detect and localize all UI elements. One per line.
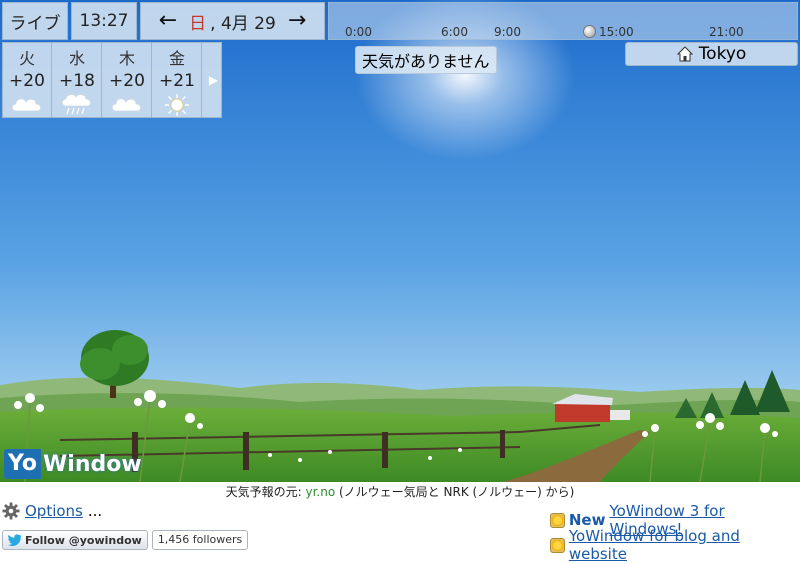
time-label: 13:27 <box>79 11 129 31</box>
gear-icon[interactable] <box>2 502 20 520</box>
live-button[interactable]: ライブ <box>2 2 68 40</box>
day-name: 水 <box>68 49 85 68</box>
day-temp: +20 <box>9 71 45 91</box>
forecast-day[interactable]: 火 +20 <box>3 43 52 117</box>
forecast-day[interactable]: 木 +20 <box>103 43 152 117</box>
time-tick: 15:00 <box>599 25 634 39</box>
time-tick: 9:00 <box>494 25 521 39</box>
yowindow-app-icon <box>550 512 565 528</box>
time-tick: 21:00 <box>709 25 744 39</box>
day-temp: +20 <box>109 71 145 91</box>
yowindow-app-icon <box>550 537 565 553</box>
next-day-arrow-icon[interactable]: → <box>280 10 314 32</box>
options-ellipsis: ... <box>87 502 103 520</box>
options-link[interactable]: Options <box>25 502 83 520</box>
day-name: 木 <box>118 49 135 68</box>
logo-text-yo: Yo <box>4 449 42 479</box>
yowindow-logo[interactable]: Yo Window <box>4 448 144 480</box>
date-navigator: ← 日, 4月 29 → <box>140 2 325 40</box>
logo-text-window: Window <box>43 451 142 477</box>
twitter-follow-label: Follow @yowindow <box>25 533 142 547</box>
time-tick: 0:00 <box>345 25 372 39</box>
sun-icon <box>165 94 189 116</box>
live-label: ライブ <box>9 13 61 34</box>
twitter-follow-button[interactable]: Follow @yowindow <box>2 530 148 550</box>
credit-source-link[interactable]: yr.no <box>305 485 335 499</box>
time-tick: 6:00 <box>441 25 468 39</box>
day-temp: +21 <box>159 71 195 91</box>
no-weather-message: 天気がありません <box>355 46 497 74</box>
day-temp: +18 <box>59 71 95 91</box>
forecast-source-credit: 天気予報の元: yr.no (ノルウェー気局と NRK (ノルウェー) から) <box>0 483 800 500</box>
home-icon <box>676 46 693 62</box>
options-link-group: Options... <box>2 502 102 520</box>
cloud-rain-icon <box>61 94 92 115</box>
forecast-more-arrow-icon[interactable]: ▶ <box>205 43 222 117</box>
location-name: Tokyo <box>698 44 747 64</box>
twitter-follow: Follow @yowindow 1,456 followers <box>2 530 249 550</box>
promo-blog: YoWindow for blog and website <box>550 527 800 563</box>
forecast-day[interactable]: 金 +21 <box>153 43 202 117</box>
cloud-icon <box>11 98 42 112</box>
credit-suffix: (ノルウェー気局と NRK (ノルウェー) から) <box>335 485 575 499</box>
cloud-icon <box>111 98 142 112</box>
prev-day-arrow-icon[interactable]: ← <box>151 10 185 32</box>
slider-knob[interactable] <box>583 25 596 38</box>
time-slider[interactable]: 0:00 6:00 9:00 15:00 21:00 <box>328 2 798 40</box>
forecast-day[interactable]: 水 +18 <box>53 43 102 117</box>
twitter-bird-icon <box>8 534 22 546</box>
promo-blog-link[interactable]: YoWindow for blog and website <box>569 527 800 563</box>
date-day-of-week: 日 <box>189 13 207 34</box>
day-name: 金 <box>168 49 185 68</box>
current-time: 13:27 <box>71 2 137 40</box>
location-button[interactable]: Tokyo <box>625 42 798 66</box>
day-name: 火 <box>18 49 35 68</box>
credit-prefix: 天気予報の元: <box>225 485 306 499</box>
forecast-panel: 火 +20 水 +18 木 +20 金 +21 ▶ <box>2 42 222 118</box>
date-text: , 4月 29 <box>210 13 276 34</box>
followers-count: 1,456 followers <box>151 530 249 550</box>
